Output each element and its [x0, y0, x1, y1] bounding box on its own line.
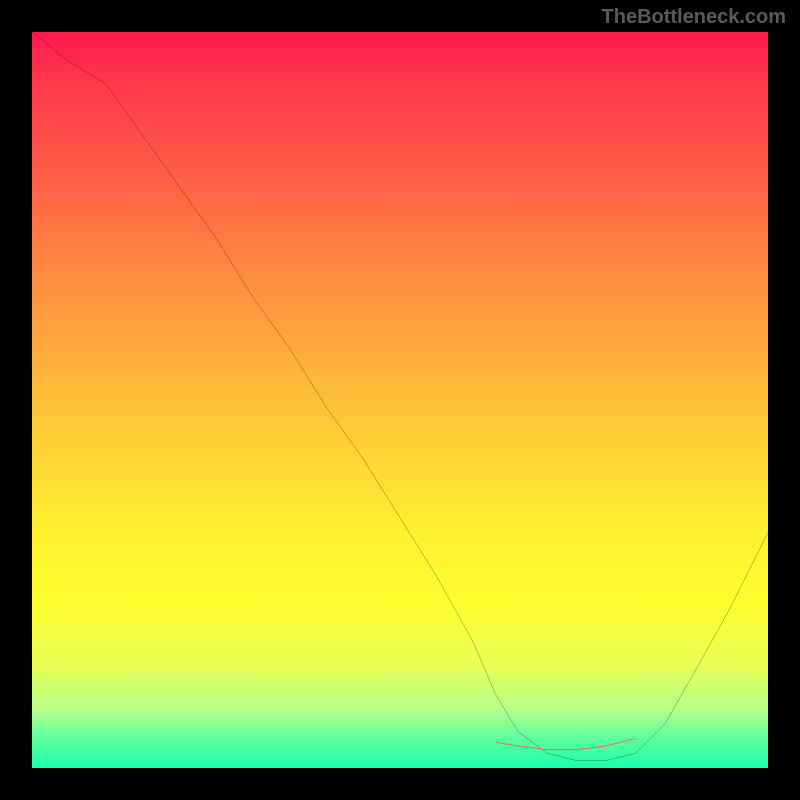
chart-plot-area — [32, 32, 768, 768]
watermark-text: TheBottleneck.com — [602, 6, 786, 29]
chart-svg — [32, 32, 768, 768]
bottleneck-curve-path — [32, 32, 768, 761]
sweet-spot-marker-path — [496, 739, 636, 750]
